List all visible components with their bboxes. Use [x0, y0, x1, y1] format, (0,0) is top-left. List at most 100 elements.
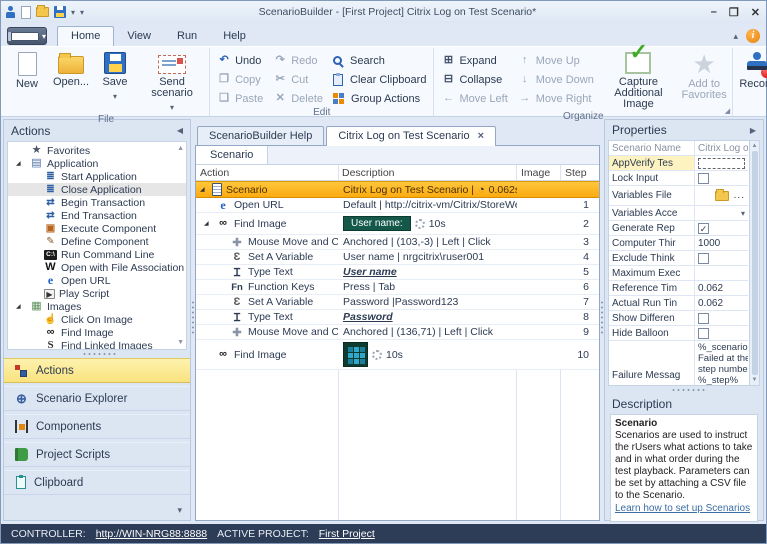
tab-citrix-scenario[interactable]: Citrix Log on Test Scenario ×: [326, 126, 497, 146]
tree-item-end-transaction[interactable]: ⇄ End Transaction: [8, 209, 186, 222]
tab-help[interactable]: Help: [210, 27, 259, 46]
generate-report-checkbox[interactable]: ✓: [698, 222, 709, 234]
new-button[interactable]: New: [5, 48, 49, 114]
property-row-variables-file[interactable]: Variables File ...: [609, 186, 748, 206]
nav-scenario-explorer-button[interactable]: ⊕ Scenario Explorer: [4, 386, 190, 411]
controller-url-link[interactable]: http://WIN-NRG88:8888: [96, 528, 207, 540]
dropdown-icon[interactable]: ▾: [741, 209, 745, 218]
property-row-computer-think[interactable]: Computer Thir 1000: [609, 236, 748, 251]
send-scenario-button[interactable]: Send scenario ▾: [137, 48, 207, 114]
save-dropdown-icon[interactable]: ▾: [113, 91, 117, 102]
close-tab-icon[interactable]: ×: [478, 130, 484, 142]
save-button[interactable]: Save ▾: [93, 48, 137, 114]
open-button[interactable]: Open...: [49, 48, 93, 114]
nav-overflow-icon[interactable]: ▾: [4, 505, 190, 520]
tree-item-start-application[interactable]: ≣ Start Application: [8, 170, 186, 183]
col-description[interactable]: Description: [338, 165, 517, 180]
move-left-button[interactable]: ← Move Left: [436, 90, 512, 107]
exclude-think-checkbox[interactable]: [698, 252, 709, 264]
tree-item-click-on-image[interactable]: ☝ Click On Image: [8, 313, 186, 326]
nav-project-scripts-button[interactable]: Project Scripts: [4, 442, 190, 467]
properties-splitter[interactable]: [605, 386, 763, 394]
application-menu-button[interactable]: ▾: [7, 27, 47, 45]
table-row-find-image[interactable]: ∞ Find Image 10s 10: [196, 340, 599, 370]
tree-item-open-with-file-association[interactable]: W Open with File Association: [8, 261, 186, 274]
tree-item-play-script[interactable]: ▶ Play Script: [8, 287, 186, 300]
expander-icon[interactable]: ◢: [16, 160, 21, 167]
table-row-type-text[interactable]: Ɪ Type Text User name 5: [196, 265, 599, 280]
expander-icon[interactable]: ◢: [200, 186, 205, 193]
save-icon[interactable]: [54, 6, 66, 18]
tree-scroll-up-icon[interactable]: ▲: [177, 145, 184, 152]
tree-item-favorites[interactable]: ★ Favorites: [8, 144, 186, 157]
close-button[interactable]: ✕: [751, 6, 760, 19]
table-row-find-image[interactable]: ◢ ∞ Find Image User name: 10s 2: [196, 213, 599, 235]
pin-panel-icon[interactable]: ◀: [177, 126, 183, 135]
tree-item-find-linked-images[interactable]: S Find Linked Images: [8, 339, 186, 350]
property-row-show-difference[interactable]: Show Differen: [609, 311, 748, 326]
tree-item-define-component[interactable]: ✎ Define Component: [8, 235, 186, 248]
redo-button[interactable]: ↷ Redo: [268, 52, 328, 69]
hide-balloon-checkbox[interactable]: [698, 327, 709, 339]
folder-icon[interactable]: [714, 189, 729, 201]
col-action[interactable]: Action: [196, 165, 338, 180]
property-row-appverify[interactable]: AppVerify Tes: [609, 156, 748, 171]
tree-item-begin-transaction[interactable]: ⇄ Begin Transaction: [8, 196, 186, 209]
restore-button[interactable]: ❐: [729, 6, 739, 19]
table-row-mouse-move-click[interactable]: ✚Mouse Move and Click Anchored | (136,71…: [196, 325, 599, 340]
tree-item-execute-component[interactable]: ▣ Execute Component: [8, 222, 186, 235]
show-difference-checkbox[interactable]: [698, 312, 709, 324]
scroll-thumb[interactable]: [751, 151, 758, 375]
learn-scenarios-link[interactable]: Learn how to set up Scenarios: [615, 503, 750, 515]
send-dropdown-icon[interactable]: ▾: [170, 102, 174, 113]
collapse-button[interactable]: ⊟ Collapse: [436, 71, 512, 88]
tree-item-application[interactable]: ◢ ▤ Application: [8, 157, 186, 170]
paste-button[interactable]: ❏ Paste: [212, 90, 268, 107]
collapse-ribbon-icon[interactable]: ▴: [733, 31, 738, 42]
table-row-function-keys[interactable]: Fn Function Keys Press | Tab 6: [196, 280, 599, 295]
property-row-exclude-think[interactable]: Exclude Think: [609, 251, 748, 266]
new-document-icon[interactable]: [21, 5, 31, 19]
add-to-favorites-button[interactable]: ★ Add to Favorites: [678, 48, 730, 111]
panel-splitter[interactable]: [4, 350, 190, 358]
delete-button[interactable]: ✕ Delete: [268, 90, 328, 107]
capture-additional-image-button[interactable]: Capture Additional Image: [599, 46, 678, 111]
col-image[interactable]: Image: [517, 165, 561, 180]
tree-item-images[interactable]: ◢ ▦ Images: [8, 300, 186, 313]
organize-dialog-launcher-icon[interactable]: ◢: [725, 107, 730, 115]
tree-item-close-application[interactable]: ≣ Close Application: [8, 183, 186, 196]
table-row-mouse-move-click[interactable]: ✚Mouse Move and Click Anchored | (103,-3…: [196, 235, 599, 250]
expand-button[interactable]: ⊞ Expand: [436, 52, 512, 69]
property-row-scenario-name[interactable]: Scenario Name Citrix Log on ...: [609, 141, 748, 156]
property-row-lock-input[interactable]: Lock Input: [609, 171, 748, 186]
scroll-up-icon[interactable]: ▲: [752, 143, 758, 149]
expander-icon[interactable]: ◢: [16, 303, 21, 310]
nav-components-button[interactable]: Components: [4, 414, 190, 439]
lock-input-checkbox[interactable]: [698, 172, 709, 184]
property-row-variables-access[interactable]: Variables Acce ▾: [609, 206, 748, 221]
tree-item-open-url[interactable]: e Open URL: [8, 274, 186, 287]
copy-button[interactable]: ❐ Copy: [212, 71, 268, 88]
tree-item-run-command-line[interactable]: C:\ Run Command Line: [8, 248, 186, 261]
tab-scenario[interactable]: Scenario: [196, 146, 269, 164]
minimize-button[interactable]: –: [711, 6, 717, 19]
cut-button[interactable]: ✂ Cut: [268, 71, 328, 88]
property-row-actual-run-time[interactable]: Actual Run Tin 0.062: [609, 296, 748, 311]
property-row-reference-time[interactable]: Reference Tim 0.062: [609, 281, 748, 296]
tab-scenariobuilder-help[interactable]: ScenarioBuilder Help: [197, 126, 325, 146]
table-row-set-variable[interactable]: Ɛ Set A Variable Password |Password123 7: [196, 295, 599, 310]
table-row-scenario[interactable]: ◢ Scenario Citrix Log on Test Scenario | ◔…: [196, 181, 599, 198]
property-row-generate-report[interactable]: Generate Rep ✓: [609, 221, 748, 236]
undo-button[interactable]: ↶ Undo: [212, 52, 268, 69]
active-project-link[interactable]: First Project: [319, 528, 375, 540]
left-splitter[interactable]: [191, 119, 195, 521]
property-row-maximum-execution[interactable]: Maximum Exec: [609, 266, 748, 281]
browse-button[interactable]: ...: [734, 190, 745, 201]
save-dropdown-icon[interactable]: ▾: [71, 8, 75, 17]
tab-view[interactable]: View: [114, 27, 164, 46]
col-step[interactable]: Step: [561, 165, 599, 180]
table-row-open-url[interactable]: e Open URL Default | http://citrix-vm/Cit…: [196, 198, 599, 213]
clear-clipboard-button[interactable]: Clear Clipboard: [328, 71, 431, 88]
tree-item-find-image[interactable]: ∞ Find Image: [8, 326, 186, 339]
tab-home[interactable]: Home: [57, 26, 115, 46]
